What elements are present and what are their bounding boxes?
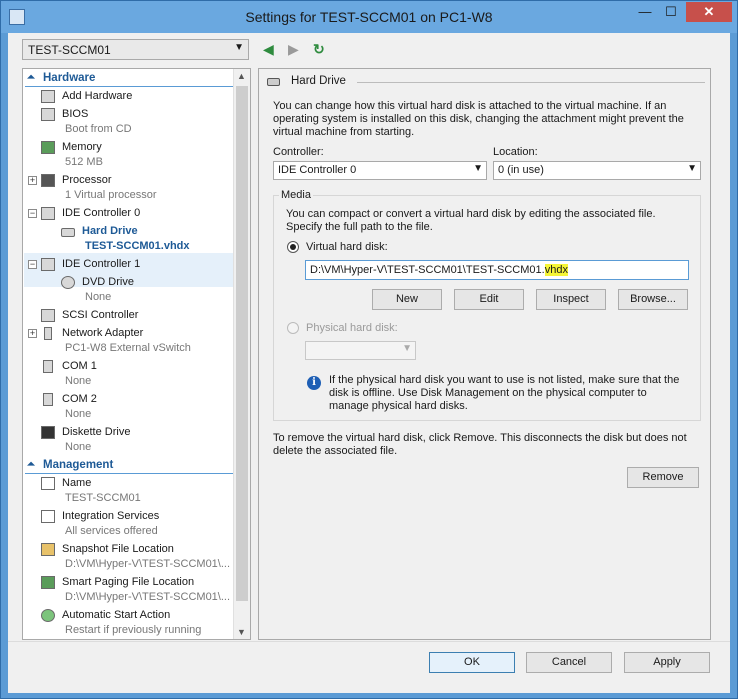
media-group-title: Media [279, 189, 313, 201]
refresh-icon[interactable]: ↻ [313, 41, 325, 58]
physical-hard-disk-label: Physical hard disk: [306, 322, 398, 334]
tree-sub-network-adapter: PC1-W8 External vSwitch [65, 342, 191, 354]
title-bar: Settings for TEST-SCCM01 on PC1-W8 — ☐ ✕ [1, 1, 737, 33]
window-title: Settings for TEST-SCCM01 on PC1-W8 [245, 9, 493, 25]
start-action-icon [41, 609, 55, 622]
chevron-down-icon: ▼ [234, 42, 244, 53]
com-port-icon [43, 360, 53, 373]
memory-icon [41, 141, 55, 154]
tree-sub-integration-services: All services offered [65, 525, 158, 537]
settings-window: Settings for TEST-SCCM01 on PC1-W8 — ☐ ✕… [0, 0, 738, 699]
scsi-controller-icon [41, 309, 55, 322]
management-section-header[interactable]: ⏶ Management [25, 458, 233, 474]
apply-button[interactable]: Apply [624, 652, 710, 673]
vm-selector-value: TEST-SCCM01 [28, 43, 111, 57]
remove-button[interactable]: Remove [627, 467, 699, 488]
name-icon [41, 477, 55, 490]
info-text: If the physical hard disk you want to us… [329, 374, 680, 412]
tree-sub-bios: Boot from CD [65, 123, 132, 135]
info-icon: i [307, 376, 321, 390]
tree-sub-smart-paging-file-location: D:\VM\Hyper-V\TEST-SCCM01\... [65, 591, 231, 603]
vhd-path-extension: vhdx [544, 264, 568, 276]
tree-sub-memory: 512 MB [65, 156, 103, 168]
cancel-button[interactable]: Cancel [526, 652, 612, 673]
inspect-button[interactable]: Inspect [536, 289, 606, 310]
collapse-icon[interactable]: − [28, 209, 37, 218]
hard-drive-panel: Hard Drive You can change how this virtu… [258, 68, 711, 640]
vm-selector[interactable]: TEST-SCCM01 ▼ [22, 39, 249, 60]
processor-icon [41, 174, 55, 187]
hardware-section-header[interactable]: ⏶ Hardware [25, 71, 233, 87]
ide-controller-icon [41, 207, 55, 220]
tree-sub-processor: 1 Virtual processor [65, 189, 157, 201]
tree-sub-dvd-drive: None [85, 291, 112, 303]
scrollbar-thumb[interactable] [236, 86, 248, 601]
ok-button[interactable]: OK [429, 652, 515, 673]
close-button[interactable]: ✕ [686, 2, 732, 22]
scroll-up-icon[interactable]: ▲ [237, 71, 246, 81]
network-adapter-icon [44, 327, 52, 340]
ide-controller-icon [41, 258, 55, 271]
edit-button[interactable]: Edit [454, 289, 524, 310]
collapse-section-icon: ⏶ [27, 459, 35, 470]
scroll-down-icon[interactable]: ▼ [237, 627, 246, 637]
new-button[interactable]: New [372, 289, 442, 310]
collapse-icon[interactable]: − [28, 260, 37, 269]
controller-dropdown[interactable]: IDE Controller 0 ▼ [273, 161, 487, 180]
physical-hard-disk-radio[interactable] [287, 322, 299, 334]
physical-disk-dropdown[interactable]: ▼ [305, 341, 416, 360]
virtual-hard-disk-radio[interactable] [287, 241, 299, 253]
dvd-disc-icon [61, 276, 75, 289]
location-dropdown[interactable]: 0 (in use) ▼ [493, 161, 701, 180]
controller-value: IDE Controller 0 [278, 164, 357, 176]
tree-sub-name: TEST-SCCM01 [65, 492, 141, 504]
tree-sub-automatic-start-action: Restart if previously running [65, 624, 202, 636]
panel-title: Hard Drive [291, 75, 346, 87]
panel-header: Hard Drive [267, 75, 705, 89]
remove-text: To remove the virtual hard disk, click R… [273, 432, 687, 457]
tree-sub-com2: None [65, 408, 92, 420]
smart-paging-icon [41, 576, 55, 589]
add-hardware-icon [41, 90, 55, 103]
tree-sub-snapshot-file-location: D:\VM\Hyper-V\TEST-SCCM01\... [65, 558, 231, 570]
com-port-icon [43, 393, 53, 406]
expand-icon[interactable]: + [28, 176, 37, 185]
browse-button[interactable]: Browse... [618, 289, 688, 310]
diskette-icon [41, 426, 55, 439]
location-value: 0 (in use) [498, 164, 544, 176]
collapse-section-icon: ⏶ [27, 72, 35, 83]
dialog-footer: OK Cancel Apply [8, 641, 730, 693]
controller-label: Controller: [273, 146, 324, 158]
forward-arrow-icon[interactable]: ▶ [288, 41, 299, 58]
tree-sub-hard-drive: TEST-SCCM01.vhdx [85, 240, 190, 252]
tree-sub-diskette-drive: None [65, 441, 92, 453]
chevron-down-icon: ▼ [473, 163, 483, 174]
back-arrow-icon[interactable]: ◀ [263, 41, 274, 58]
chevron-down-icon: ▼ [402, 343, 412, 354]
maximize-button[interactable]: ☐ [658, 2, 684, 22]
hard-drive-icon [61, 228, 75, 237]
minimize-button[interactable]: — [632, 2, 658, 22]
vhd-path-input[interactable]: D:\VM\Hyper-V\TEST-SCCM01\TEST-SCCM01.vh… [305, 260, 689, 280]
settings-tree: ⏶ Hardware Add Hardware BIOS Boot from C… [22, 68, 251, 640]
expand-icon[interactable]: + [28, 329, 37, 338]
hard-drive-icon [267, 78, 280, 86]
bios-chip-icon [41, 108, 55, 121]
chevron-down-icon: ▼ [687, 163, 697, 174]
location-label: Location: [493, 146, 538, 158]
media-text: You can compact or convert a virtual har… [286, 208, 656, 233]
dialog-client: TEST-SCCM01 ▼ ◀ ▶ ↻ ⏶ Hardware Add Hardw… [8, 33, 730, 693]
tree-sub-com1: None [65, 375, 92, 387]
tree-scrollbar[interactable]: ▲ ▼ [233, 69, 250, 639]
header-divider [357, 82, 705, 83]
integration-services-icon [41, 510, 55, 523]
virtual-hard-disk-label: Virtual hard disk: [306, 241, 388, 253]
intro-text: You can change how this virtual hard dis… [273, 100, 684, 138]
snapshot-folder-icon [41, 543, 55, 556]
